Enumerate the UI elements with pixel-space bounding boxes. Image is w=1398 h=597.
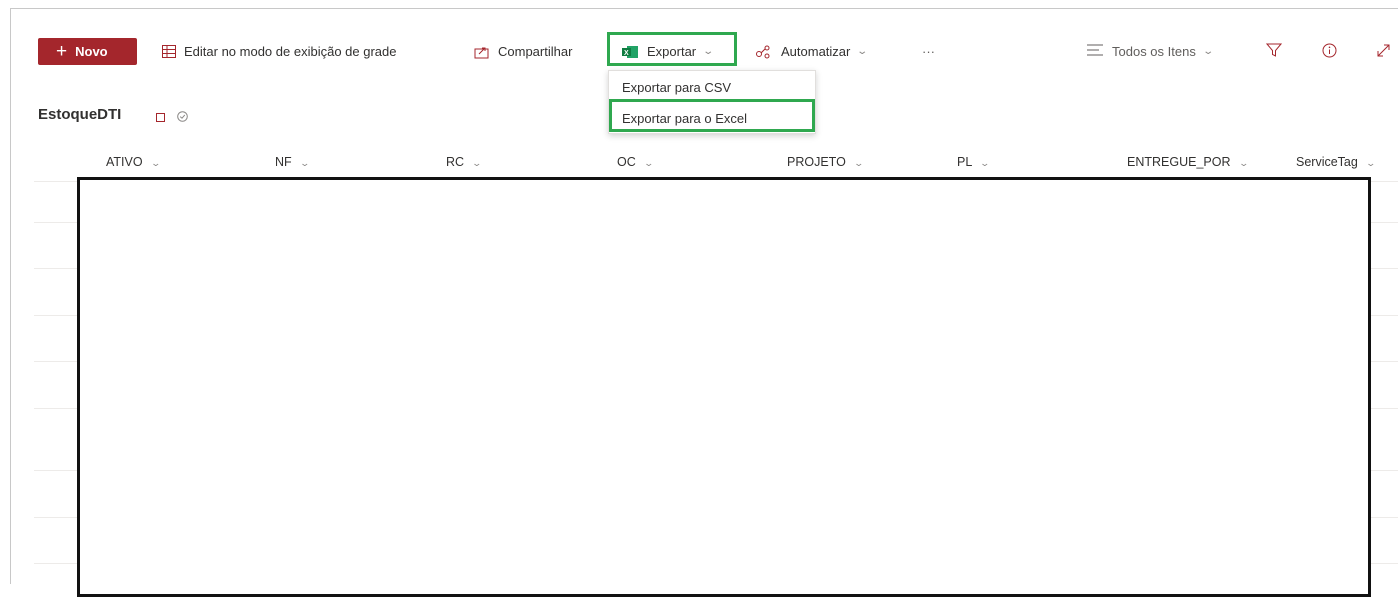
chevron-down-icon: ⌄	[299, 158, 310, 168]
more-label: ···	[922, 44, 935, 59]
expand-icon	[1376, 43, 1391, 61]
column-label: PL	[957, 155, 973, 169]
column-label: ENTREGUE_POR	[1127, 155, 1231, 169]
column-header-projeto[interactable]: PROJETO ⌄	[787, 155, 864, 169]
column-header-pl[interactable]: PL ⌄	[957, 155, 991, 169]
window-border-top	[10, 8, 1398, 9]
chevron-down-icon: ⌄	[471, 158, 483, 168]
column-header-servicetag[interactable]: ServiceTag ⌄	[1296, 155, 1376, 169]
column-label: PROJETO	[787, 155, 846, 169]
view-selector[interactable]: Todos os Itens ⌄	[1087, 38, 1214, 65]
flow-icon	[755, 45, 773, 59]
column-header-oc[interactable]: OC ⌄	[617, 155, 654, 169]
share-label: Compartilhar	[498, 44, 573, 59]
page-title: EstoqueDTI	[38, 106, 122, 123]
window-border-left	[10, 8, 11, 584]
title-actions	[156, 109, 188, 127]
view-label: Todos os Itens	[1112, 44, 1196, 59]
new-button[interactable]: + Novo	[38, 38, 137, 65]
plus-icon: +	[56, 41, 68, 62]
column-label: OC	[617, 155, 636, 169]
automate-label: Automatizar	[781, 44, 851, 59]
chevron-down-icon: ⌄	[853, 158, 864, 168]
column-header-nf[interactable]: NF ⌄	[275, 155, 310, 169]
new-button-label: Novo	[75, 44, 108, 59]
chevron-down-icon: ⌄	[1202, 46, 1214, 57]
column-label: ATIVO	[106, 155, 143, 169]
chevron-down-icon: ⌄	[856, 46, 869, 57]
filter-button[interactable]	[1265, 38, 1283, 65]
chevron-down-icon: ⌄	[643, 158, 654, 168]
expand-button[interactable]	[1376, 38, 1391, 65]
info-button[interactable]	[1322, 38, 1337, 65]
redacted-list-area	[77, 177, 1371, 597]
edit-grid-view-button[interactable]: Editar no modo de exibição de grade	[162, 38, 396, 65]
column-header-entregue-por[interactable]: ENTREGUE_POR ⌄	[1127, 155, 1249, 169]
info-icon	[1322, 43, 1337, 61]
grid-icon	[162, 45, 176, 58]
share-icon	[474, 45, 490, 59]
column-header-ativo[interactable]: ATIVO ⌄	[106, 155, 161, 169]
more-actions-button[interactable]: ···	[922, 38, 935, 65]
filter-icon	[1265, 43, 1283, 61]
column-label: NF	[275, 155, 292, 169]
square-icon[interactable]	[156, 109, 165, 127]
status-check-icon[interactable]	[177, 109, 188, 127]
column-header-rc[interactable]: RC ⌄	[446, 155, 483, 169]
chevron-down-icon: ⌄	[1237, 158, 1249, 168]
menu-item-export-csv[interactable]: Exportar para CSV	[622, 80, 731, 95]
chevron-down-icon: ⌄	[979, 158, 991, 168]
column-label: RC	[446, 155, 465, 169]
export-excel-highlight-box	[609, 99, 815, 132]
edit-grid-view-label: Editar no modo de exibição de grade	[184, 44, 397, 59]
automate-button[interactable]: Automatizar ⌄	[755, 38, 869, 65]
export-highlight-box	[607, 32, 737, 66]
chevron-down-icon: ⌄	[150, 158, 161, 168]
share-button[interactable]: Compartilhar	[474, 38, 572, 65]
list-view-icon	[1087, 44, 1104, 59]
column-label: ServiceTag	[1296, 155, 1358, 169]
chevron-down-icon: ⌄	[1365, 158, 1376, 168]
